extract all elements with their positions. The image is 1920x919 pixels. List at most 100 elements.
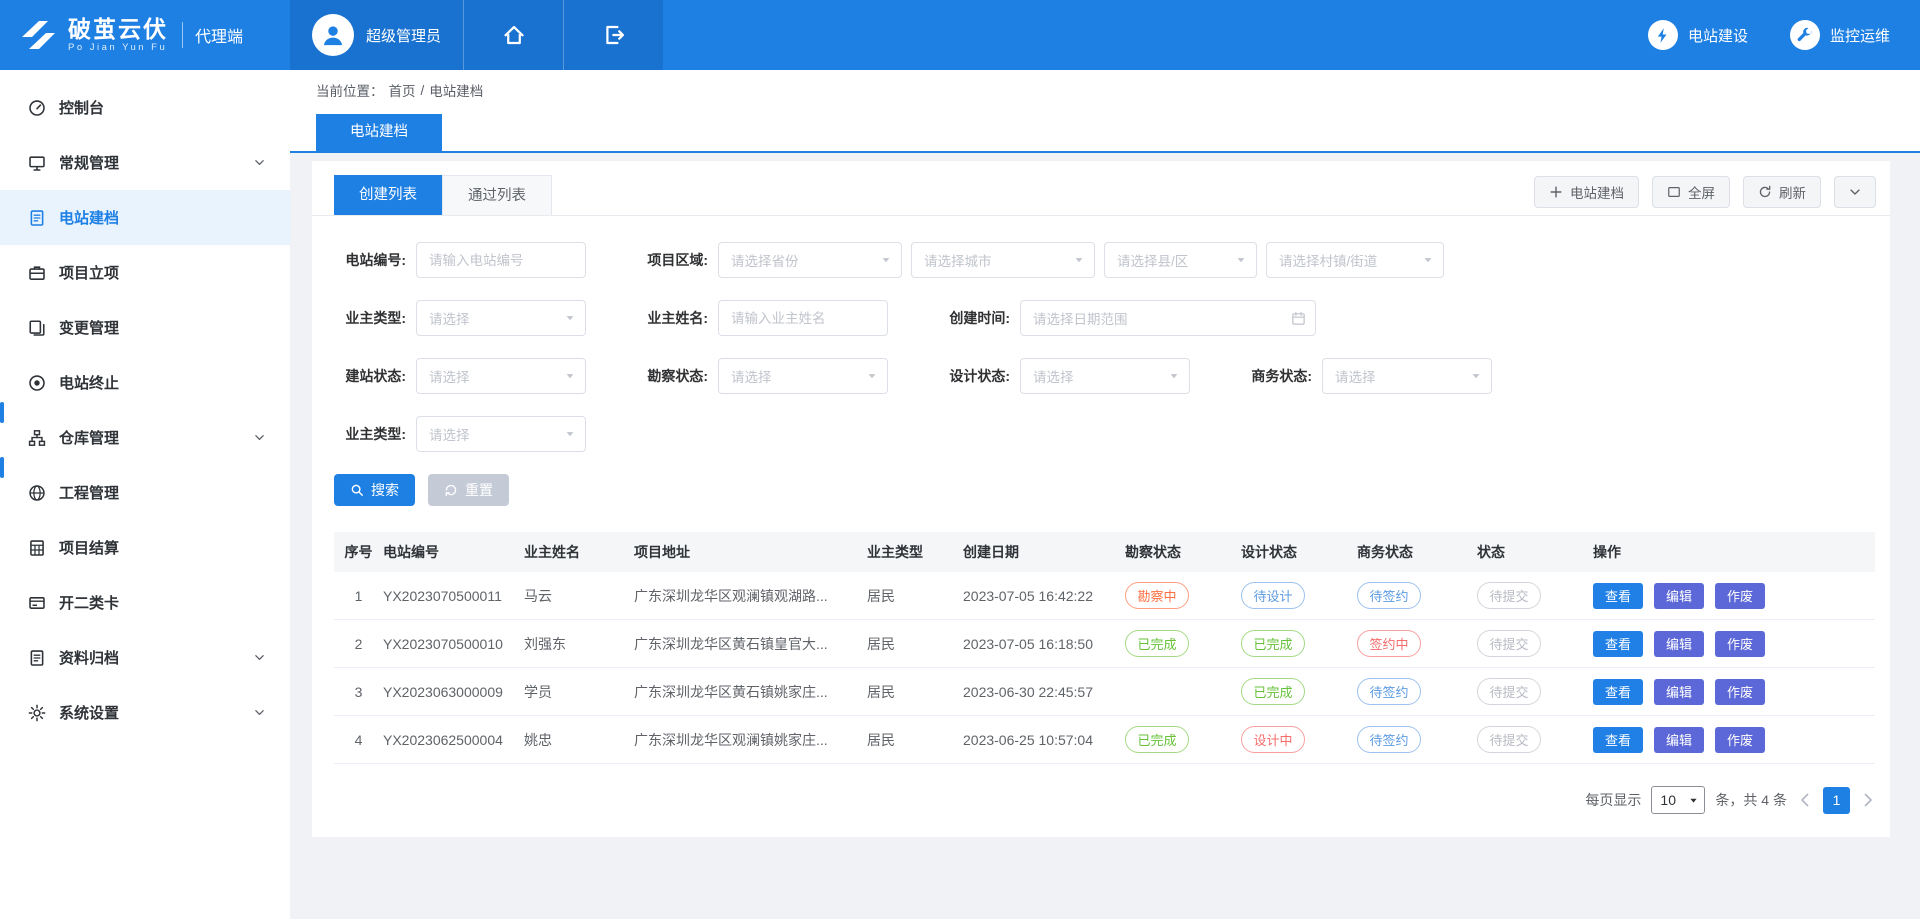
caret-down-icon: [564, 312, 576, 324]
column-header: 创建日期: [963, 542, 1125, 562]
station-code: YX2023070500011: [383, 588, 524, 604]
sitemap-icon: [28, 429, 46, 447]
tab-approved-list[interactable]: 通过列表: [442, 175, 552, 215]
submit-status: 待提交: [1477, 678, 1593, 705]
project-address: 广东深圳龙华区黄石镇姚家庄...: [634, 682, 867, 702]
breadcrumb-current: 电站建档: [429, 80, 483, 100]
caret-down-icon: [866, 370, 878, 382]
create-time-range-input[interactable]: 请选择日期范围: [1020, 300, 1316, 336]
city-select[interactable]: 请选择城市: [911, 242, 1095, 278]
breadcrumb-home-link[interactable]: 首页: [389, 80, 416, 100]
total-count-label: 条，共 4 条: [1715, 790, 1787, 810]
tab-create-list[interactable]: 创建列表: [334, 175, 442, 215]
view-button[interactable]: 查看: [1593, 583, 1643, 609]
sidebar-item-label: 变更管理: [59, 317, 266, 338]
project-address: 广东深圳龙华区观澜镇姚家庄...: [634, 730, 867, 750]
design-status-select[interactable]: 请选择: [1020, 358, 1190, 394]
user-menu[interactable]: 超级管理员: [290, 0, 463, 70]
design-status: 已完成: [1241, 678, 1357, 705]
pagination: 每页显示 10 条，共 4 条 1: [312, 786, 1876, 814]
county-select[interactable]: 请选择县/区: [1104, 242, 1257, 278]
fullscreen-button[interactable]: 全屏: [1652, 176, 1730, 208]
sidebar-item-warehouse-management[interactable]: 仓库管理: [0, 410, 290, 465]
per-page-select[interactable]: 10: [1651, 786, 1705, 814]
add-station-button[interactable]: 电站建档: [1534, 176, 1639, 208]
page-number-1[interactable]: 1: [1823, 787, 1850, 814]
user-icon: [320, 22, 346, 48]
caret-down-icon: [1688, 795, 1699, 806]
search-button[interactable]: 搜索: [334, 474, 415, 506]
view-button[interactable]: 查看: [1593, 679, 1643, 705]
project-address: 广东深圳龙华区黄石镇皇官大...: [634, 634, 867, 654]
page-tab-station-filing[interactable]: 电站建档: [316, 114, 442, 151]
edit-button[interactable]: 编辑: [1654, 727, 1704, 753]
sidebar-item-label: 系统设置: [59, 702, 253, 723]
business-status-select[interactable]: 请选择: [1322, 358, 1492, 394]
owner-type: 居民: [867, 634, 963, 654]
column-header: 商务状态: [1357, 542, 1477, 562]
edit-button[interactable]: 编辑: [1654, 631, 1704, 657]
owner-type2-select[interactable]: 请选择: [416, 416, 586, 452]
sidebar-item-station-filing[interactable]: 电站建档: [0, 190, 290, 245]
collapse-button[interactable]: [1834, 176, 1876, 208]
copy-icon: [28, 319, 46, 337]
station-code: YX2023062500004: [383, 732, 524, 748]
status-badge: 待提交: [1477, 582, 1541, 609]
view-button[interactable]: 查看: [1593, 631, 1643, 657]
calendar-icon: [1291, 311, 1306, 326]
breadcrumb-separator: /: [421, 83, 425, 98]
create-date: 2023-07-05 16:42:22: [963, 588, 1125, 604]
sidebar-item-system-settings[interactable]: 系统设置: [0, 685, 290, 740]
view-button[interactable]: 查看: [1593, 727, 1643, 753]
caret-down-icon: [1168, 370, 1180, 382]
status-badge: 待签约: [1357, 726, 1421, 753]
build-status-select[interactable]: 请选择: [416, 358, 586, 394]
build-status-label: 建站状态:: [334, 366, 416, 386]
sidebar-item-engineering-management[interactable]: 工程管理: [0, 465, 290, 520]
brand-text: 破茧云伏 Po Jian Yun Fu: [68, 17, 168, 52]
void-button[interactable]: 作废: [1715, 631, 1765, 657]
sidebar-item-project-settlement[interactable]: 项目结算: [0, 520, 290, 575]
column-header: 序号: [334, 542, 383, 562]
column-header: 勘察状态: [1125, 542, 1241, 562]
survey-status-select[interactable]: 请选择: [718, 358, 888, 394]
sidebar-item-console[interactable]: 控制台: [0, 80, 290, 135]
edit-button[interactable]: 编辑: [1654, 679, 1704, 705]
next-page-button[interactable]: [1860, 792, 1876, 808]
owner-name-label: 业主姓名:: [636, 308, 718, 328]
sidebar: 控制台常规管理电站建档项目立项变更管理电站终止仓库管理工程管理项目结算开二类卡资…: [0, 70, 290, 919]
filter-form: 电站编号: 项目区域: 请选择省份 请选择城市 请选择县/区 请选择村镇/街道: [312, 216, 1890, 452]
sidebar-item-general-management[interactable]: 常规管理: [0, 135, 290, 190]
status-badge: 待提交: [1477, 630, 1541, 657]
caret-down-icon: [1422, 254, 1434, 266]
province-select[interactable]: 请选择省份: [718, 242, 902, 278]
sidebar-item-station-termination[interactable]: 电站终止: [0, 355, 290, 410]
chevron-down-icon: [253, 431, 266, 444]
sidebar-item-second-class-card[interactable]: 开二类卡: [0, 575, 290, 630]
owner-name-input[interactable]: [718, 300, 888, 336]
edit-button[interactable]: 编辑: [1654, 583, 1704, 609]
reset-button[interactable]: 重置: [428, 474, 509, 506]
user-name: 超级管理员: [366, 25, 441, 46]
sidebar-item-data-archive[interactable]: 资料归档: [0, 630, 290, 685]
business-status: 待签约: [1357, 678, 1477, 705]
prev-page-button[interactable]: [1797, 792, 1813, 808]
home-button[interactable]: [463, 0, 563, 70]
logout-button[interactable]: [563, 0, 663, 70]
sidebar-item-project-initiation[interactable]: 项目立项: [0, 245, 290, 300]
brand-divider: [182, 22, 183, 48]
search-icon: [350, 483, 364, 497]
sidebar-item-change-management[interactable]: 变更管理: [0, 300, 290, 355]
station-code-input[interactable]: [416, 242, 586, 278]
design-status-label: 设计状态:: [938, 366, 1020, 386]
topbar-action-station-build[interactable]: 电站建设: [1648, 20, 1748, 50]
void-button[interactable]: 作废: [1715, 727, 1765, 753]
topbar-action-monitor-ops[interactable]: 监控运维: [1790, 20, 1890, 50]
filter-actions: 搜索 重置: [312, 474, 1890, 506]
town-select[interactable]: 请选择村镇/街道: [1266, 242, 1444, 278]
void-button[interactable]: 作废: [1715, 583, 1765, 609]
void-button[interactable]: 作废: [1715, 679, 1765, 705]
brand-logo-icon: [18, 18, 58, 52]
owner-type-select[interactable]: 请选择: [416, 300, 586, 336]
refresh-button[interactable]: 刷新: [1743, 176, 1821, 208]
